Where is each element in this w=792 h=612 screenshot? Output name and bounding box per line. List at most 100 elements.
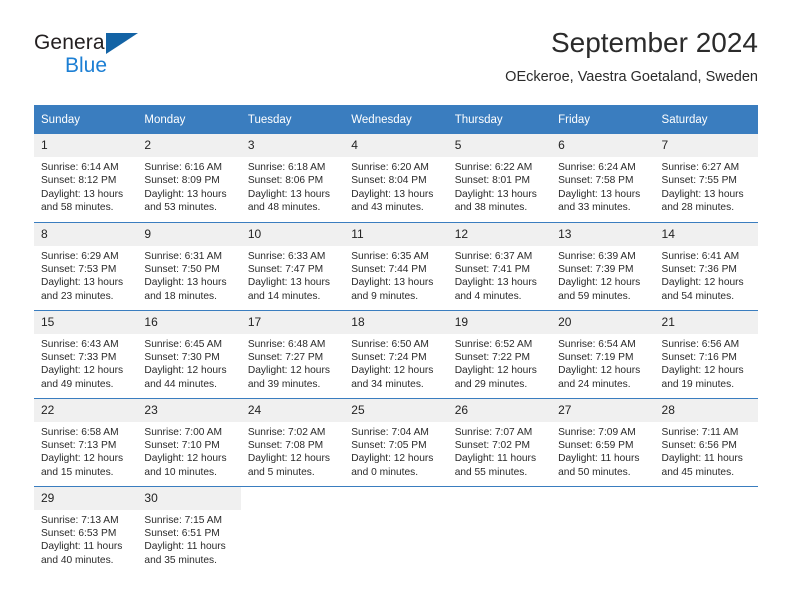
day-details: Sunrise: 6:20 AM Sunset: 8:04 PM Daylight:… [344,157,447,215]
sunset-text: Sunset: 6:53 PM [41,527,117,539]
day-cell-inner: 19 Sunrise: 6:52 AM Sunset: 7:22 PM Dayligh… [447,310,552,398]
day-details: Sunrise: 6:54 AM Sunset: 7:19 PM Daylight:… [551,334,654,392]
calendar-week-row: 15 Sunrise: 6:43 AM Sunset: 7:33 PM Dayligh… [34,309,758,398]
day-number: 13 [551,222,655,246]
day-details [344,510,447,514]
day-details: Sunrise: 6:35 AM Sunset: 7:44 PM Daylight:… [344,246,447,304]
day-cell-inner: 21 Sunrise: 6:56 AM Sunset: 7:16 PM Dayligh… [654,310,758,398]
calendar-day-cell[interactable]: 16 Sunrise: 6:45 AM Sunset: 7:30 PM Dayligh… [137,309,241,398]
sunrise-text: Sunrise: 7:13 AM [41,514,119,526]
calendar-day-cell[interactable]: 23 Sunrise: 7:00 AM Sunset: 7:10 PM Dayligh… [137,397,241,486]
daylight-text-line1: Daylight: 12 hours [558,277,641,289]
day-cell-inner: 12 Sunrise: 6:37 AM Sunset: 7:41 PM Dayligh… [447,222,552,310]
day-details: Sunrise: 7:09 AM Sunset: 6:59 PM Daylight:… [551,422,654,480]
day-cell-inner: 8 Sunrise: 6:29 AM Sunset: 7:53 PM Daylight… [34,222,138,310]
calendar-day-cell[interactable]: 15 Sunrise: 6:43 AM Sunset: 7:33 PM Dayligh… [34,309,138,398]
sunset-text: Sunset: 7:50 PM [144,263,220,275]
calendar-day-cell[interactable]: 8 Sunrise: 6:29 AM Sunset: 7:53 PM Daylight… [34,221,138,310]
sunrise-text: Sunrise: 6:43 AM [41,338,119,350]
daylight-text-line1: Daylight: 13 hours [144,188,227,200]
calendar-day-cell[interactable]: 10 Sunrise: 6:33 AM Sunset: 7:47 PM Dayligh… [240,221,345,310]
sunset-text: Sunset: 7:24 PM [351,351,427,363]
calendar-day-cell[interactable]: 1 Sunrise: 6:14 AM Sunset: 8:12 PM Daylight… [34,134,138,222]
calendar-day-cell[interactable]: 4 Sunrise: 6:20 AM Sunset: 8:04 PM Daylight… [344,134,448,222]
day-number: 19 [447,310,552,334]
calendar-day-cell[interactable]: 2 Sunrise: 6:16 AM Sunset: 8:09 PM Daylight… [137,134,241,222]
calendar-day-cell[interactable]: 17 Sunrise: 6:48 AM Sunset: 7:27 PM Dayligh… [240,309,345,398]
sunrise-text: Sunrise: 6:58 AM [41,426,119,438]
calendar-day-cell[interactable]: 14 Sunrise: 6:41 AM Sunset: 7:36 PM Dayligh… [654,221,758,310]
daylight-text-line2: and 53 minutes. [144,202,217,214]
calendar-day-cell[interactable]: 6 Sunrise: 6:24 AM Sunset: 7:58 PM Daylight… [551,134,655,222]
daylight-text-line2: and 34 minutes. [351,378,424,390]
calendar-day-cell[interactable]: 29 Sunrise: 7:13 AM Sunset: 6:53 PM Dayligh… [34,485,138,575]
day-details: Sunrise: 7:04 AM Sunset: 7:05 PM Daylight:… [344,422,447,480]
daylight-text-line1: Daylight: 11 hours [661,453,743,465]
calendar-day-cell[interactable]: 5 Sunrise: 6:22 AM Sunset: 8:01 PM Daylight… [447,134,552,222]
day-cell-inner: 10 Sunrise: 6:33 AM Sunset: 7:47 PM Dayligh… [240,222,345,310]
day-details: Sunrise: 7:07 AM Sunset: 7:02 PM Daylight:… [448,422,551,480]
day-cell-inner: 28 Sunrise: 7:11 AM Sunset: 6:56 PM Dayligh… [654,398,758,486]
daylight-text-line2: and 19 minutes. [661,378,735,390]
day-details: Sunrise: 6:43 AM Sunset: 7:33 PM Daylight:… [34,334,137,392]
calendar-day-cell[interactable]: 19 Sunrise: 6:52 AM Sunset: 7:22 PM Dayligh… [447,309,552,398]
generalblue-logo[interactable]: General Blue [34,31,234,87]
sunrise-text: Sunrise: 6:37 AM [454,250,533,262]
calendar-day-cell[interactable]: 30 Sunrise: 7:15 AM Sunset: 6:51 PM Dayligh… [137,485,241,574]
daylight-text-line1: Daylight: 12 hours [247,365,330,377]
calendar-day-cell[interactable]: 12 Sunrise: 6:37 AM Sunset: 7:41 PM Dayligh… [447,221,552,310]
calendar-day-cell[interactable]: 9 Sunrise: 6:31 AM Sunset: 7:50 PM Daylight… [137,221,241,310]
calendar-day-cell[interactable]: 27 Sunrise: 7:09 AM Sunset: 6:59 PM Dayligh… [551,397,655,486]
daylight-text-line1: Daylight: 13 hours [454,188,537,200]
daylight-text-line1: Daylight: 12 hours [41,453,124,465]
calendar-day-cell[interactable]: 25 Sunrise: 7:04 AM Sunset: 7:05 PM Dayligh… [344,397,448,486]
calendar-week-row: 29 Sunrise: 7:13 AM Sunset: 6:53 PM Dayligh… [34,485,758,575]
daylight-text-line2: and 58 minutes. [41,202,114,214]
calendar-day-cell[interactable]: 11 Sunrise: 6:35 AM Sunset: 7:44 PM Dayligh… [344,221,448,310]
day-details: Sunrise: 6:16 AM Sunset: 8:09 PM Daylight:… [137,157,240,215]
day-cell-inner: 9 Sunrise: 6:31 AM Sunset: 7:50 PM Daylight… [137,222,241,310]
sunset-text: Sunset: 7:30 PM [144,351,220,363]
sunset-text: Sunset: 7:02 PM [454,439,531,451]
calendar-day-cell[interactable]: 24 Sunrise: 7:02 AM Sunset: 7:08 PM Dayligh… [240,397,345,486]
day-number: 6 [551,134,655,157]
calendar-day-cell[interactable]: 13 Sunrise: 6:39 AM Sunset: 7:39 PM Dayligh… [551,221,655,310]
sunset-text: Sunset: 7:16 PM [661,351,737,363]
day-cell-inner: 18 Sunrise: 6:50 AM Sunset: 7:24 PM Dayligh… [344,310,448,398]
weekday-header-tuesday: Tuesday [240,105,345,134]
sunrise-text: Sunrise: 7:09 AM [558,426,636,438]
calendar-day-cell[interactable]: 18 Sunrise: 6:50 AM Sunset: 7:24 PM Dayligh… [344,309,448,398]
day-cell-inner: 7 Sunrise: 6:27 AM Sunset: 7:55 PM Daylight… [654,134,758,222]
day-cell-inner: 13 Sunrise: 6:39 AM Sunset: 7:39 PM Dayligh… [551,222,655,310]
daylight-text-line1: Daylight: 12 hours [661,277,744,289]
sunset-text: Sunset: 8:12 PM [41,175,117,187]
day-details: Sunrise: 6:33 AM Sunset: 7:47 PM Daylight:… [241,246,344,304]
sunrise-text: Sunrise: 7:02 AM [247,426,326,438]
calendar-day-cell[interactable]: 22 Sunrise: 6:58 AM Sunset: 7:13 PM Dayligh… [34,397,138,486]
day-cell-inner: 24 Sunrise: 7:02 AM Sunset: 7:08 PM Dayligh… [240,398,345,486]
calendar-day-cell[interactable]: 3 Sunrise: 6:18 AM Sunset: 8:06 PM Daylight… [240,134,345,222]
calendar-day-cell[interactable]: 26 Sunrise: 7:07 AM Sunset: 7:02 PM Dayligh… [447,397,552,486]
day-cell-inner: 25 Sunrise: 7:04 AM Sunset: 7:05 PM Dayligh… [344,398,448,486]
daylight-text-line1: Daylight: 13 hours [41,188,124,200]
day-number: 5 [447,134,552,157]
sunset-text: Sunset: 7:22 PM [454,351,531,363]
day-cell-inner: 3 Sunrise: 6:18 AM Sunset: 8:06 PM Daylight… [240,134,345,222]
day-number [344,487,447,510]
sunset-text: Sunset: 7:55 PM [661,175,737,187]
day-details: Sunrise: 6:39 AM Sunset: 7:39 PM Daylight:… [551,246,654,304]
day-details [551,510,654,514]
calendar-day-cell[interactable]: 21 Sunrise: 6:56 AM Sunset: 7:16 PM Dayligh… [654,309,758,398]
sunrise-text: Sunrise: 6:48 AM [247,338,326,350]
day-cell-inner: 29 Sunrise: 7:13 AM Sunset: 6:53 PM Dayligh… [34,486,138,575]
sunset-text: Sunset: 7:58 PM [558,175,634,187]
sunset-text: Sunset: 7:36 PM [661,263,737,275]
day-cell-inner [241,487,344,575]
calendar-day-cell[interactable]: 20 Sunrise: 6:54 AM Sunset: 7:19 PM Dayligh… [551,309,655,398]
day-cell-inner: 15 Sunrise: 6:43 AM Sunset: 7:33 PM Dayligh… [34,310,138,398]
calendar-day-cell[interactable]: 28 Sunrise: 7:11 AM Sunset: 6:56 PM Dayligh… [654,397,758,486]
calendar-day-cell[interactable]: 7 Sunrise: 6:27 AM Sunset: 7:55 PM Daylight… [654,134,758,222]
day-number: 20 [551,310,655,334]
sunrise-text: Sunrise: 6:50 AM [351,338,429,350]
day-number: 12 [447,222,552,246]
